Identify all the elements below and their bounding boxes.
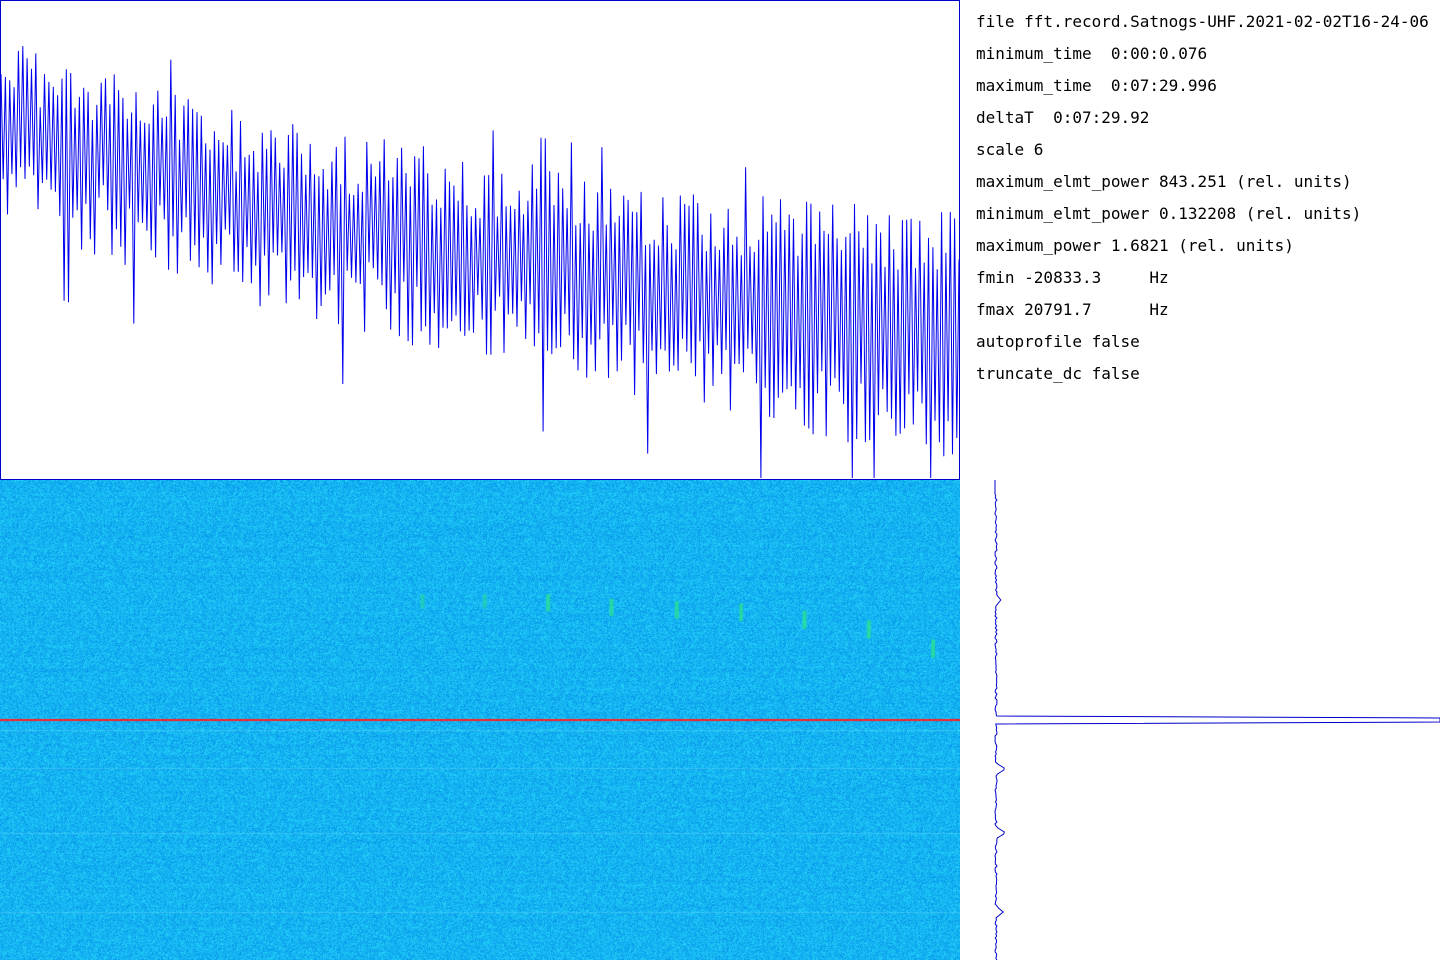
info-line: deltaT 0:07:29.92 xyxy=(976,108,1150,127)
frequency-profile-plot xyxy=(994,480,1440,960)
info-line: maximum_elmt_power 843.251 (rel. units) xyxy=(976,172,1352,191)
info-line: maximum_time 0:07:29.996 xyxy=(976,76,1217,95)
info-line: autoprofile false xyxy=(976,332,1140,351)
info-panel: file fft.record.Satnogs-UHF.2021-02-02T1… xyxy=(976,10,1436,410)
info-line: file fft.record.Satnogs-UHF.2021-02-02T1… xyxy=(976,12,1429,31)
info-line: minimum_elmt_power 0.132208 (rel. units) xyxy=(976,204,1362,223)
info-line: minimum_time 0:00:0.076 xyxy=(976,44,1208,63)
spectrogram-waterfall xyxy=(0,480,960,960)
info-line: maximum_power 1.6821 (rel. units) xyxy=(976,236,1294,255)
info-line: scale 6 xyxy=(976,140,1044,159)
info-line: fmax 20791.7 Hz xyxy=(976,300,1169,319)
time-power-plot xyxy=(0,0,960,480)
frequency-profile-trace xyxy=(994,480,1440,960)
info-line: truncate_dc false xyxy=(976,364,1140,383)
info-line: fmin -20833.3 Hz xyxy=(976,268,1169,287)
